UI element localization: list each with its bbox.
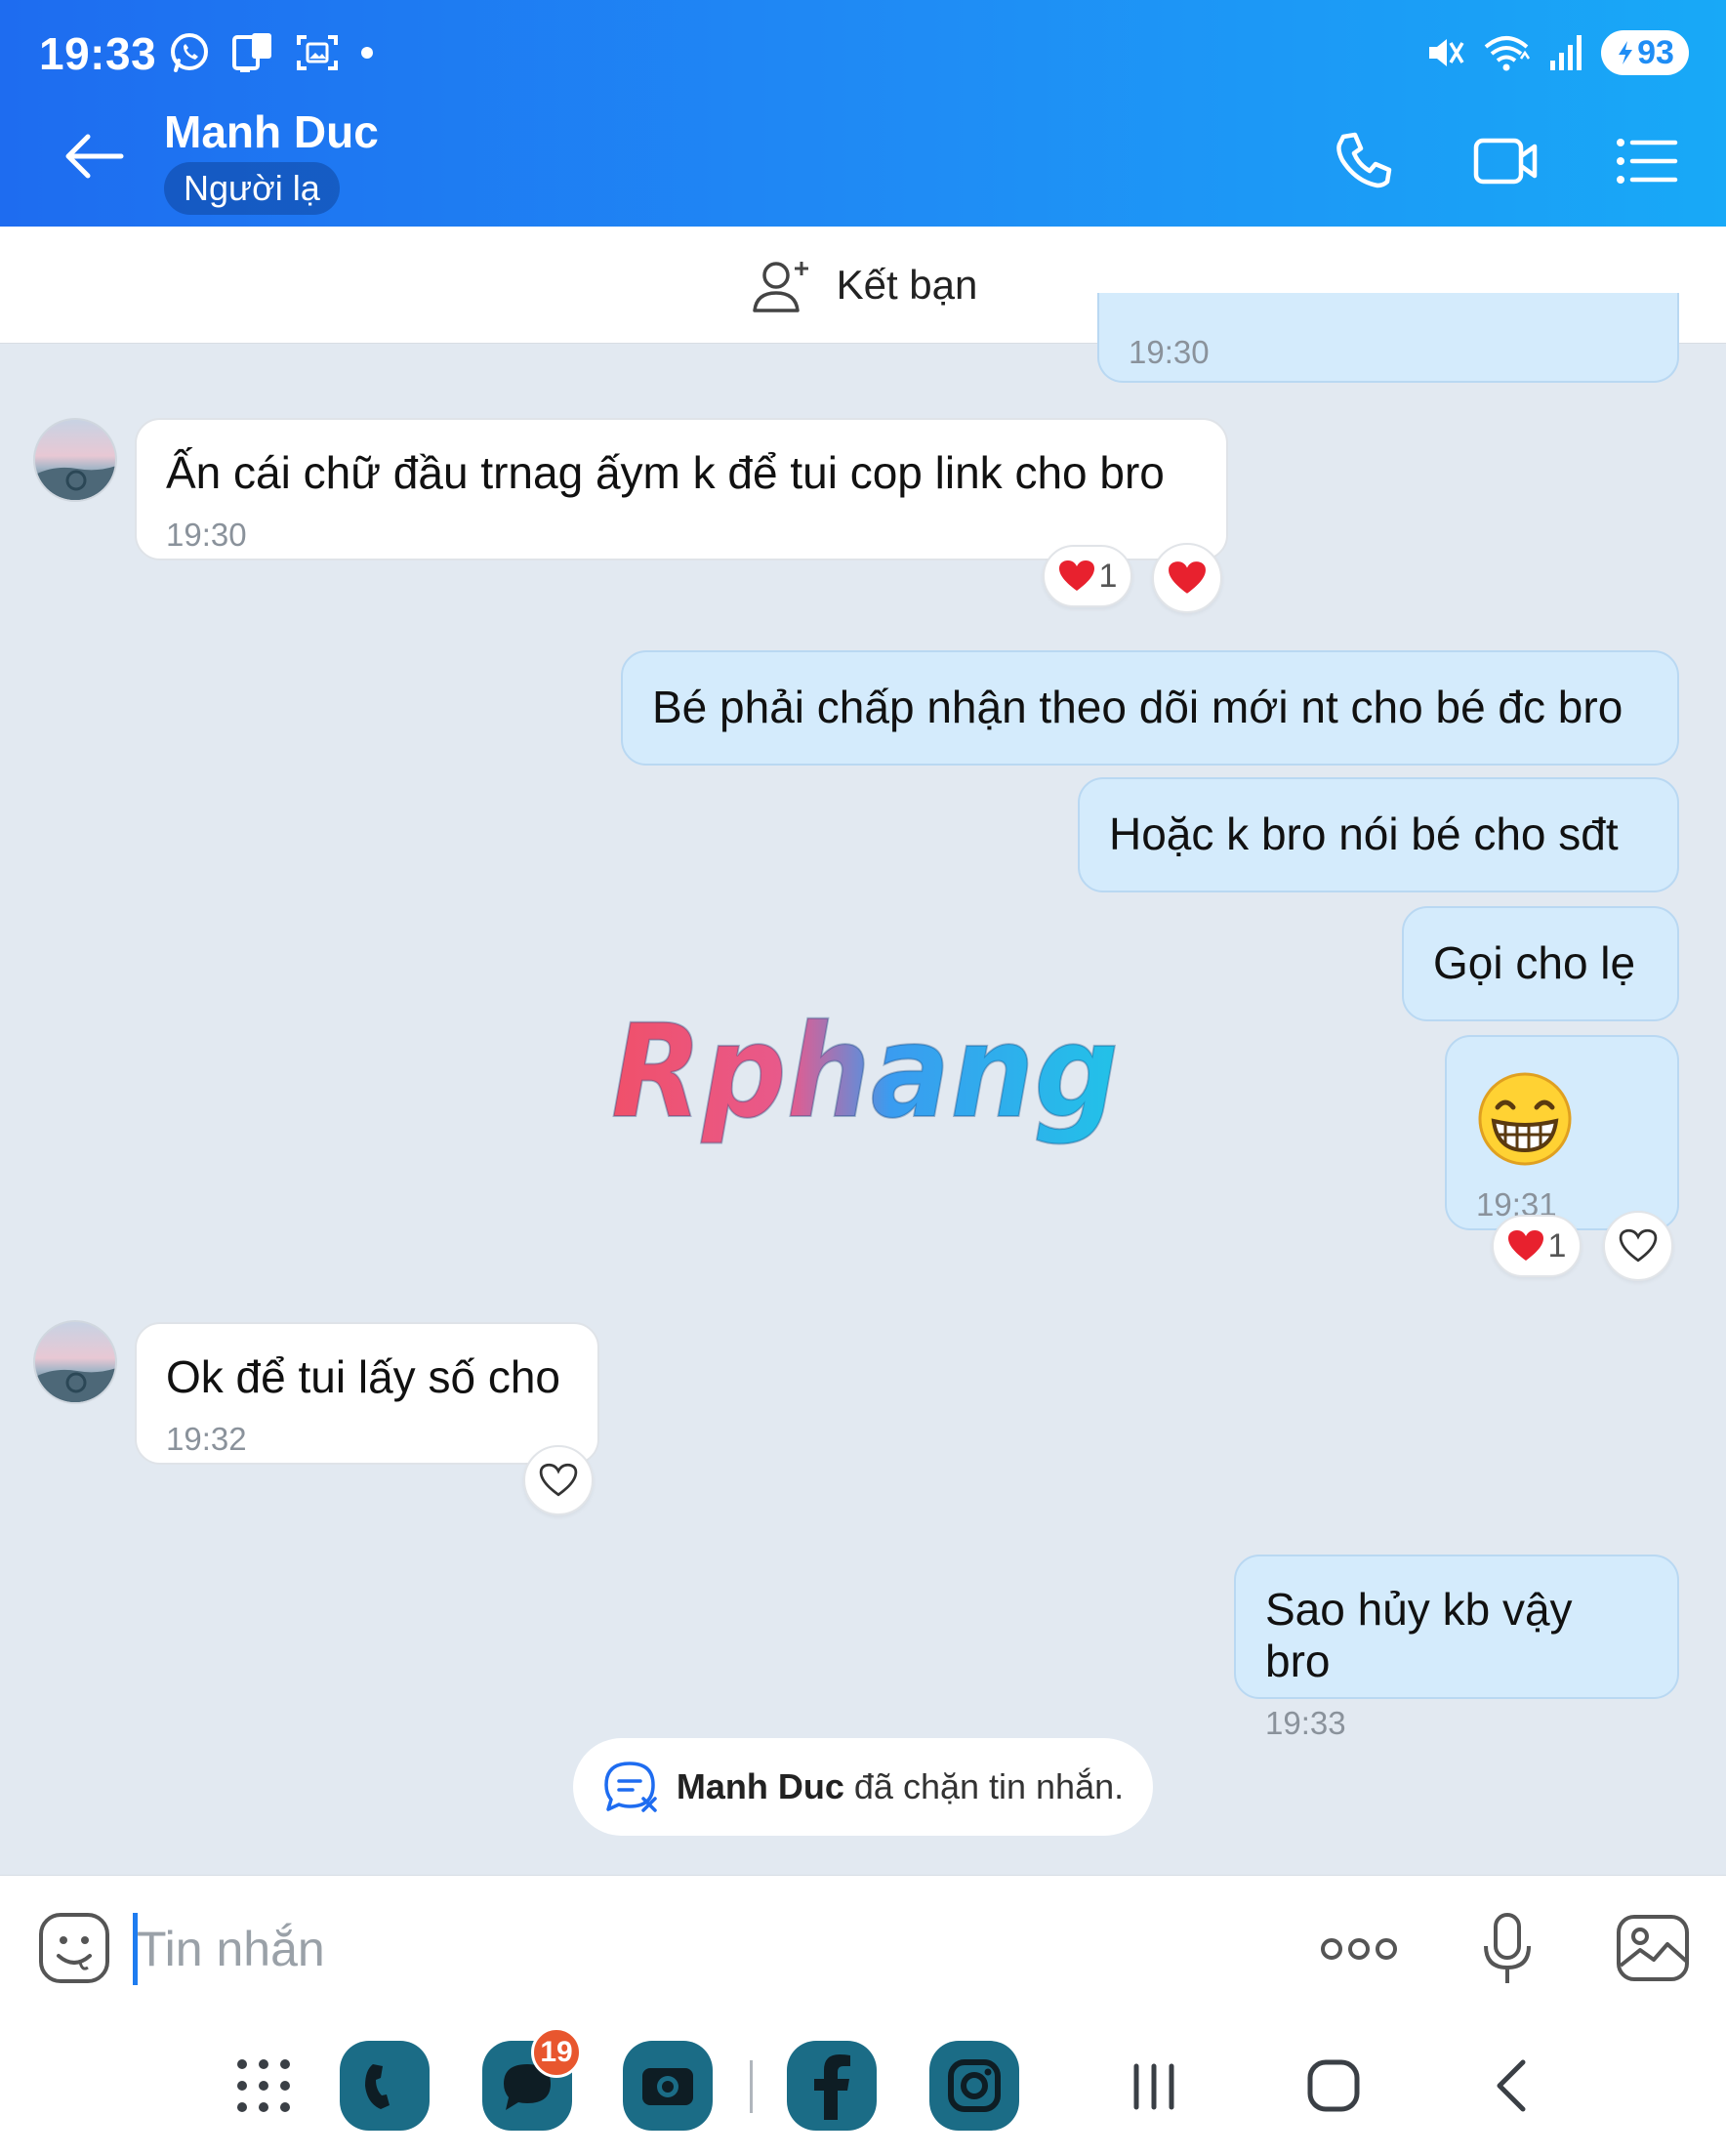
phone-icon[interactable] — [1330, 127, 1400, 195]
message-bubble-in[interactable]: Ok để tui lấy số cho 19:32 — [135, 1322, 599, 1465]
stranger-badge: Người lạ — [164, 162, 340, 215]
facebook-app-icon[interactable] — [787, 2041, 877, 2131]
message-input[interactable] — [137, 1913, 1269, 1985]
screenshot-icon — [297, 35, 338, 70]
message-text: Ấn cái chữ đầu trnag ấym k để tui cop li… — [166, 447, 1165, 498]
recents-button[interactable] — [1109, 2041, 1199, 2131]
messages-app-icon[interactable]: 19 — [482, 2027, 582, 2131]
message-text: Bé phải chấp nhận theo dõi mới nt cho bé… — [652, 682, 1623, 732]
instagram-app-icon[interactable] — [929, 2041, 1019, 2131]
react-button[interactable] — [523, 1445, 594, 1515]
grin-emoji-icon — [1478, 1072, 1572, 1166]
message-text: Gọi cho lẹ — [1433, 937, 1636, 988]
blocked-notice-message: đã chặn tin nhắn. — [843, 1766, 1125, 1806]
image-picker-icon[interactable] — [1615, 1911, 1691, 1985]
add-friend-label: Kết bạn — [836, 261, 978, 308]
blocked-notice: Manh Duc đã chặn tin nhắn. — [573, 1738, 1153, 1836]
message-time: 19:30 — [1129, 334, 1210, 370]
phone-clone-icon — [232, 33, 271, 72]
message-time: 19:32 — [166, 1420, 247, 1457]
heart-icon — [1169, 561, 1206, 594]
whatsapp-icon — [171, 33, 208, 72]
contact-name[interactable]: Manh Duc — [164, 105, 379, 158]
microphone-icon[interactable] — [1476, 1911, 1539, 1989]
react-button[interactable] — [1603, 1211, 1673, 1281]
list-menu-icon[interactable] — [1611, 127, 1681, 195]
composer-bar — [0, 1875, 1726, 2019]
watermark-text: Rphang — [611, 1001, 1119, 1147]
heart-outline-icon — [539, 1463, 578, 1497]
add-friend-icon — [752, 261, 808, 312]
back-arrow-icon[interactable] — [59, 127, 129, 186]
message-bubble-out[interactable]: Sao hủy kb vậy bro 19:33 — [1234, 1555, 1679, 1741]
emoji-icon[interactable] — [37, 1911, 111, 1985]
message-text: Hoặc k bro nói bé cho sđt — [1109, 808, 1619, 859]
message-bubble-out[interactable]: Hoặc k bro nói bé cho sđt — [1078, 777, 1679, 892]
heart-icon — [1058, 560, 1094, 591]
message-bubble-out[interactable]: Gọi cho lẹ — [1402, 906, 1679, 1021]
reaction-count[interactable]: 1 — [1492, 1215, 1582, 1277]
system-nav-bar: 19 — [0, 2019, 1726, 2156]
message-bubble-in[interactable]: Ấn cái chữ đầu trnag ấym k để tui cop li… — [135, 418, 1228, 560]
blocked-notice-name: Manh Duc — [676, 1766, 844, 1806]
back-button[interactable] — [1468, 2041, 1558, 2131]
avatar[interactable] — [33, 1320, 117, 1404]
heart-icon — [1507, 1230, 1543, 1261]
video-icon[interactable] — [1470, 127, 1541, 195]
chat-header: 19:33 93 Manh Duc Người lạ — [0, 0, 1726, 227]
message-bubble-out[interactable]: Bé phải chấp nhận theo dõi mới nt cho bé… — [621, 650, 1679, 766]
sticker-message-out[interactable]: 19:31 — [1445, 1035, 1679, 1230]
react-button[interactable] — [1152, 543, 1222, 613]
message-text: Ok để tui lấy số cho — [166, 1351, 560, 1402]
heart-outline-icon — [1619, 1228, 1658, 1263]
battery-icon: 93 — [1601, 30, 1689, 75]
home-button[interactable] — [1289, 2041, 1378, 2131]
dot-icon — [361, 47, 373, 59]
blocked-chat-icon — [604, 1762, 657, 1812]
blocked-notice-text: Manh Duc đã chặn tin nhắn. — [677, 1766, 1124, 1807]
status-bar: 19:33 93 — [0, 0, 1726, 98]
camera-app-icon[interactable] — [623, 2041, 713, 2131]
more-options-icon[interactable] — [1318, 1925, 1400, 1973]
apps-grid-icon[interactable] — [219, 2041, 308, 2131]
message-text: Sao hủy kb vậy bro — [1265, 1584, 1573, 1686]
mute-icon — [1429, 39, 1464, 66]
message-time: 19:30 — [166, 516, 247, 553]
phone-app-icon[interactable] — [340, 2041, 430, 2131]
status-icons-right: 93 — [1425, 27, 1689, 78]
status-icons-left — [168, 27, 375, 78]
message-bubble-out-partial[interactable]: 19:30 — [1097, 293, 1679, 383]
watermark-logo: Rphang — [610, 1001, 1120, 1148]
battery-level: 93 — [1637, 33, 1674, 71]
reaction-count[interactable]: 1 — [1043, 545, 1132, 607]
avatar[interactable] — [33, 418, 117, 502]
message-time: 19:33 — [1265, 1704, 1346, 1741]
dock-divider — [750, 2060, 753, 2113]
unread-badge: 19 — [531, 2027, 582, 2078]
wifi-icon — [1484, 36, 1531, 71]
status-time: 19:33 — [39, 28, 157, 79]
signal-icon — [1550, 35, 1582, 70]
